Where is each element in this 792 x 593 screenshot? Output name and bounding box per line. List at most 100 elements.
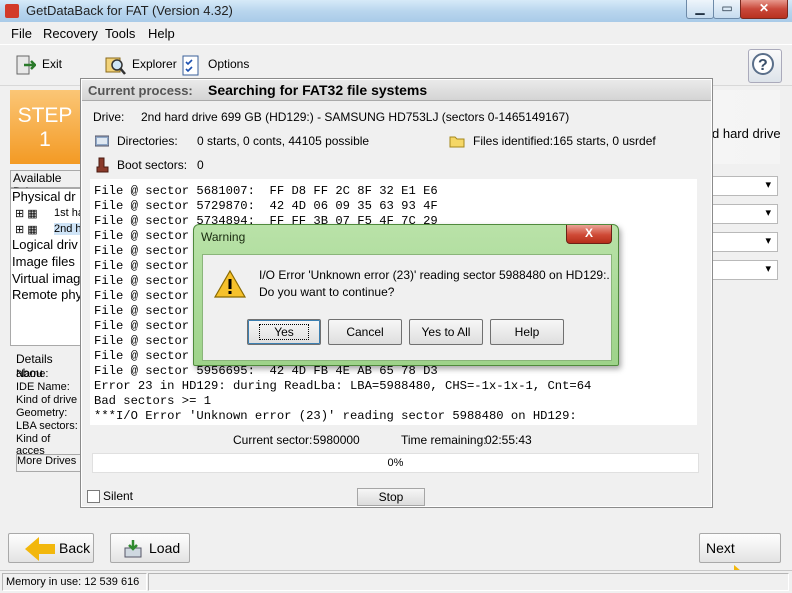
log-line: Error 23 in HD129: during ReadLba: LBA=5… <box>94 379 592 393</box>
menu-recovery[interactable]: Recovery <box>43 26 98 41</box>
silent-checkbox[interactable] <box>87 490 100 503</box>
options-label: Options <box>208 57 250 71</box>
folder-icon <box>449 134 465 148</box>
boot-icon <box>95 157 109 173</box>
yes-to-all-button[interactable]: Yes to All <box>409 319 483 345</box>
tree-physical[interactable]: Physical dr <box>12 189 76 204</box>
current-sector-label: Current sector: <box>233 433 313 447</box>
details-label: Geometry: <box>16 407 68 419</box>
files-identified-value: 165 starts, 0 usrdef <box>553 134 656 148</box>
log-line: File @ sector 5681007: FF D8 FF 2C 8F 32… <box>94 184 438 198</box>
drive-tree[interactable]: Physical dr ⊞ ▦ 1st ha ⊞ ▦ 2nd h Logical… <box>10 188 84 346</box>
window-titlebar: GetDataBack for FAT (Version 4.32) ▁ ▭ ✕ <box>0 0 792 22</box>
more-drives-button[interactable]: More Drives <box>16 454 84 472</box>
dialog-message-line2: Do you want to continue? <box>259 285 395 299</box>
log-line: File @ sector 5956695: 42 4D FB 4E AB 65… <box>94 364 438 378</box>
menu-tools[interactable]: Tools <box>105 26 135 41</box>
details-label: IDE Name: <box>16 381 70 393</box>
window-title: GetDataBack for FAT (Version 4.32) <box>26 3 233 18</box>
process-header: Current process: Searching for FAT32 fil… <box>82 80 711 101</box>
step-word: STEP <box>17 104 73 127</box>
log-line: File @ sector <box>94 349 190 363</box>
explorer-label: Explorer <box>132 57 177 71</box>
menu-help[interactable]: Help <box>148 26 175 41</box>
back-arrow-icon <box>25 537 55 562</box>
log-line: File @ sector 5729870: 42 4D 06 09 35 63… <box>94 199 438 213</box>
log-line: File @ sector <box>94 334 190 348</box>
log-line: ***I/O Error 'Unknown error (23)' readin… <box>94 409 577 423</box>
boot-sectors-label: Boot sectors: <box>117 158 188 172</box>
exit-label: Exit <box>42 57 63 71</box>
time-remaining-value: 02:55:43 <box>485 433 532 447</box>
help-dialog-button[interactable]: Help <box>490 319 564 345</box>
tree-logical[interactable]: Logical driv <box>12 237 78 252</box>
tree-expander-icon[interactable]: ⊞ ▦ <box>15 207 38 220</box>
log-line: File @ sector <box>94 229 190 243</box>
explorer-icon <box>104 54 126 76</box>
dialog-body: I/O Error 'Unknown error (23)' reading s… <box>202 254 612 361</box>
progress-text: 0% <box>387 457 404 469</box>
close-window-button[interactable]: ✕ <box>740 0 788 19</box>
tree-image-files[interactable]: Image files <box>12 254 75 269</box>
log-line: File @ sector <box>94 304 190 318</box>
tree-remote[interactable]: Remote phy <box>12 287 82 302</box>
yes-label: Yes <box>259 324 309 340</box>
details-label: LBA sectors: <box>16 420 78 432</box>
memory-status: Memory in use: 12 539 616 <box>2 573 147 591</box>
load-label: Load <box>149 540 181 556</box>
tree-virtual[interactable]: Virtual imag <box>12 271 80 286</box>
warning-icon <box>213 269 247 299</box>
log-line: File @ sector <box>94 274 190 288</box>
log-line: File @ sector <box>94 259 190 273</box>
warning-dialog: Warning X I/O Error 'Unknown error (23)'… <box>193 224 619 366</box>
available-drives-header: Available Drive <box>10 170 86 199</box>
options-button[interactable]: Options <box>180 51 249 77</box>
tree-2nd-drive[interactable]: 2nd h <box>54 223 82 235</box>
load-icon <box>123 539 143 559</box>
back-button[interactable]: Back <box>8 533 94 563</box>
log-line: File @ sector <box>94 319 190 333</box>
yes-button[interactable]: Yes <box>247 319 321 345</box>
directories-value: 0 starts, 0 conts, 44105 possible <box>197 134 370 148</box>
boot-sectors-value: 0 <box>197 158 204 172</box>
details-label: Name: <box>16 368 49 380</box>
drive-description-text: d hard drive <box>712 126 781 141</box>
app-icon <box>5 4 19 18</box>
help-icon: ? <box>752 53 774 75</box>
dialog-close-button[interactable]: X <box>566 225 612 244</box>
stop-button[interactable]: Stop <box>357 488 425 506</box>
svg-text:?: ? <box>758 57 768 74</box>
load-button[interactable]: Load <box>110 533 190 563</box>
cancel-button[interactable]: Cancel <box>328 319 402 345</box>
menu-bar: File Recovery Tools Help <box>0 23 792 43</box>
status-empty <box>148 573 789 591</box>
minimize-button[interactable]: ▁ <box>686 0 714 19</box>
exit-icon <box>14 54 37 76</box>
directories-label: Directories: <box>117 134 178 148</box>
directories-icon <box>94 135 110 147</box>
current-process-value: Searching for FAT32 file systems <box>208 82 428 98</box>
menu-file[interactable]: File <box>11 26 32 41</box>
tree-expander-icon[interactable]: ⊞ ▦ <box>15 223 38 236</box>
explorer-button[interactable]: Explorer <box>104 51 177 77</box>
exit-button[interactable]: Exit <box>14 51 62 77</box>
current-sector-value: 5980000 <box>313 433 360 447</box>
next-label: Next <box>706 540 735 556</box>
help-button[interactable]: ? <box>748 49 782 83</box>
log-line: File @ sector <box>94 289 190 303</box>
step-indicator: STEP 1 <box>10 90 80 164</box>
options-icon <box>180 54 202 76</box>
step-number: 1 <box>39 128 51 151</box>
silent-label: Silent <box>103 489 134 503</box>
details-label: Kind of drive <box>16 394 78 406</box>
status-bar: Memory in use: 12 539 616 <box>0 570 792 593</box>
maximize-button[interactable]: ▭ <box>713 0 741 19</box>
next-button[interactable]: Next <box>699 533 781 590</box>
dialog-message-line1: I/O Error 'Unknown error (23)' reading s… <box>259 268 610 282</box>
back-label: Back <box>59 540 91 556</box>
drive-label: Drive: <box>93 110 125 124</box>
time-remaining-label: Time remaining: <box>401 433 487 447</box>
log-line: Bad sectors >= 1 <box>94 394 212 408</box>
progress-bar: 0% <box>92 453 699 473</box>
log-line: File @ sector <box>94 244 190 258</box>
